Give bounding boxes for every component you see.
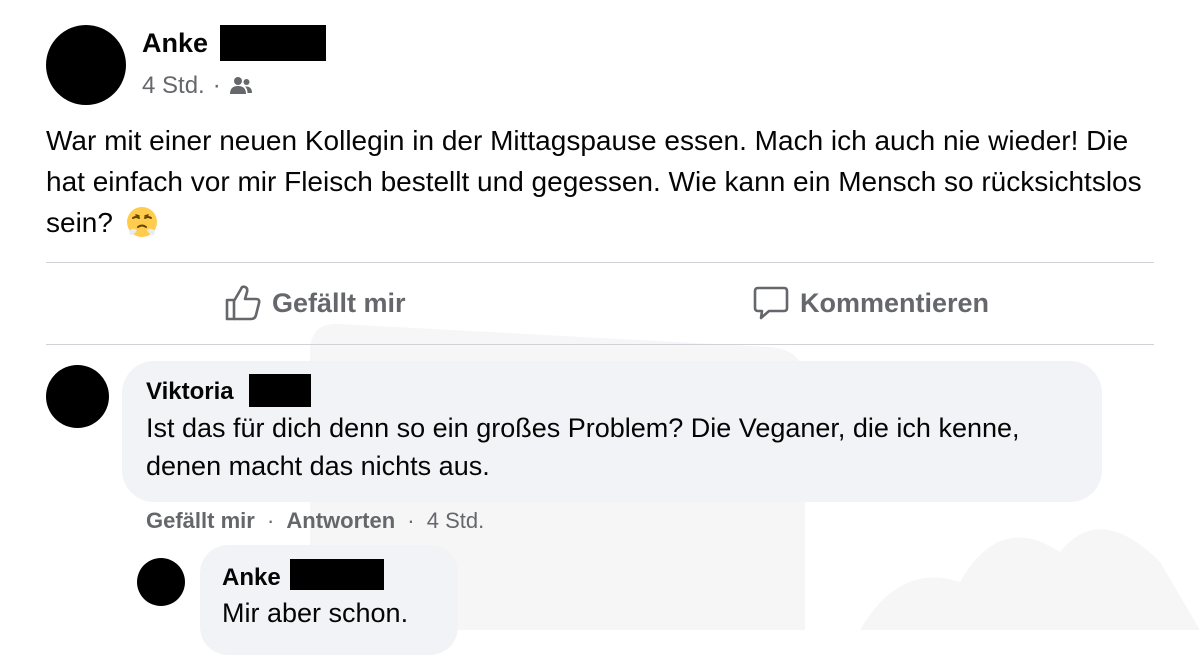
like-button-label: Gefällt mir [272,287,406,318]
post-author-name[interactable]: Anke [142,28,208,59]
post-meta: 4 Std. · [142,72,253,100]
comment-meta-separator: · [266,508,275,533]
comment-meta: Gefällt mir · Antworten · 4 Std. [146,508,484,534]
comment-button-label: Kommentieren [800,287,990,318]
post-author-avatar[interactable] [46,25,126,105]
face-with-steam-emoji [126,207,157,237]
post-time[interactable]: 4 Std. [142,72,205,100]
like-button[interactable]: Gefällt mir [224,284,406,322]
comment-meta-separator: · [407,508,415,533]
comment-text: Ist das für dich denn so ein großes Prob… [146,413,1020,481]
comment-like-link[interactable]: Gefällt mir [146,508,255,533]
reply-author-redaction [290,559,384,590]
thumbs-up-icon [225,285,261,321]
comment-time[interactable]: 4 Std. [427,508,484,533]
post-author-redaction [220,25,326,61]
post-meta-dot: · [212,72,221,99]
friends-icon [229,77,252,94]
post-text-content: War mit einer neuen Kollegin in der Mitt… [46,125,1142,238]
divider-bottom [46,344,1154,345]
comment-author-redaction [249,374,311,407]
comment-button[interactable]: Kommentieren [752,284,989,322]
reply-author-name[interactable]: Anke [222,564,281,592]
comment-author-avatar[interactable] [46,365,109,428]
comment-reply-link[interactable]: Antworten [286,508,395,533]
reply-author-avatar[interactable] [137,558,185,606]
reply-text: Mir aber schon. [222,598,409,628]
speech-bubble-icon [753,286,789,320]
divider-top [46,262,1154,263]
comment-author-name[interactable]: Viktoria [146,378,234,406]
post-text: War mit einer neuen Kollegin in der Mitt… [46,120,1156,243]
